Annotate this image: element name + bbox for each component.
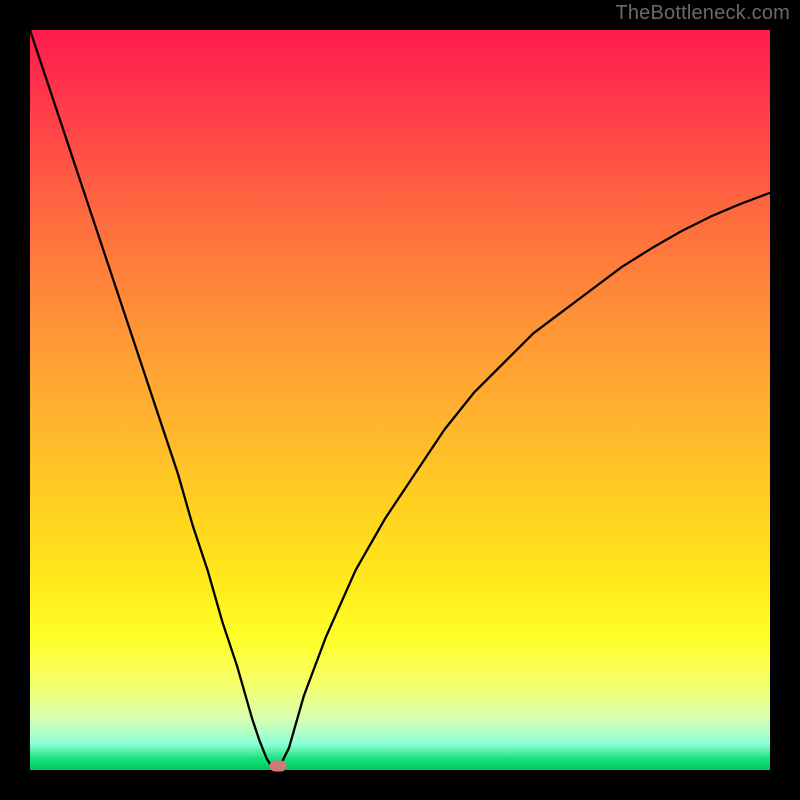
plot-area — [30, 30, 770, 770]
bottleneck-curve — [30, 30, 770, 770]
watermark-text: TheBottleneck.com — [615, 2, 790, 25]
optimum-marker — [269, 761, 286, 772]
chart-frame: TheBottleneck.com — [0, 0, 800, 800]
